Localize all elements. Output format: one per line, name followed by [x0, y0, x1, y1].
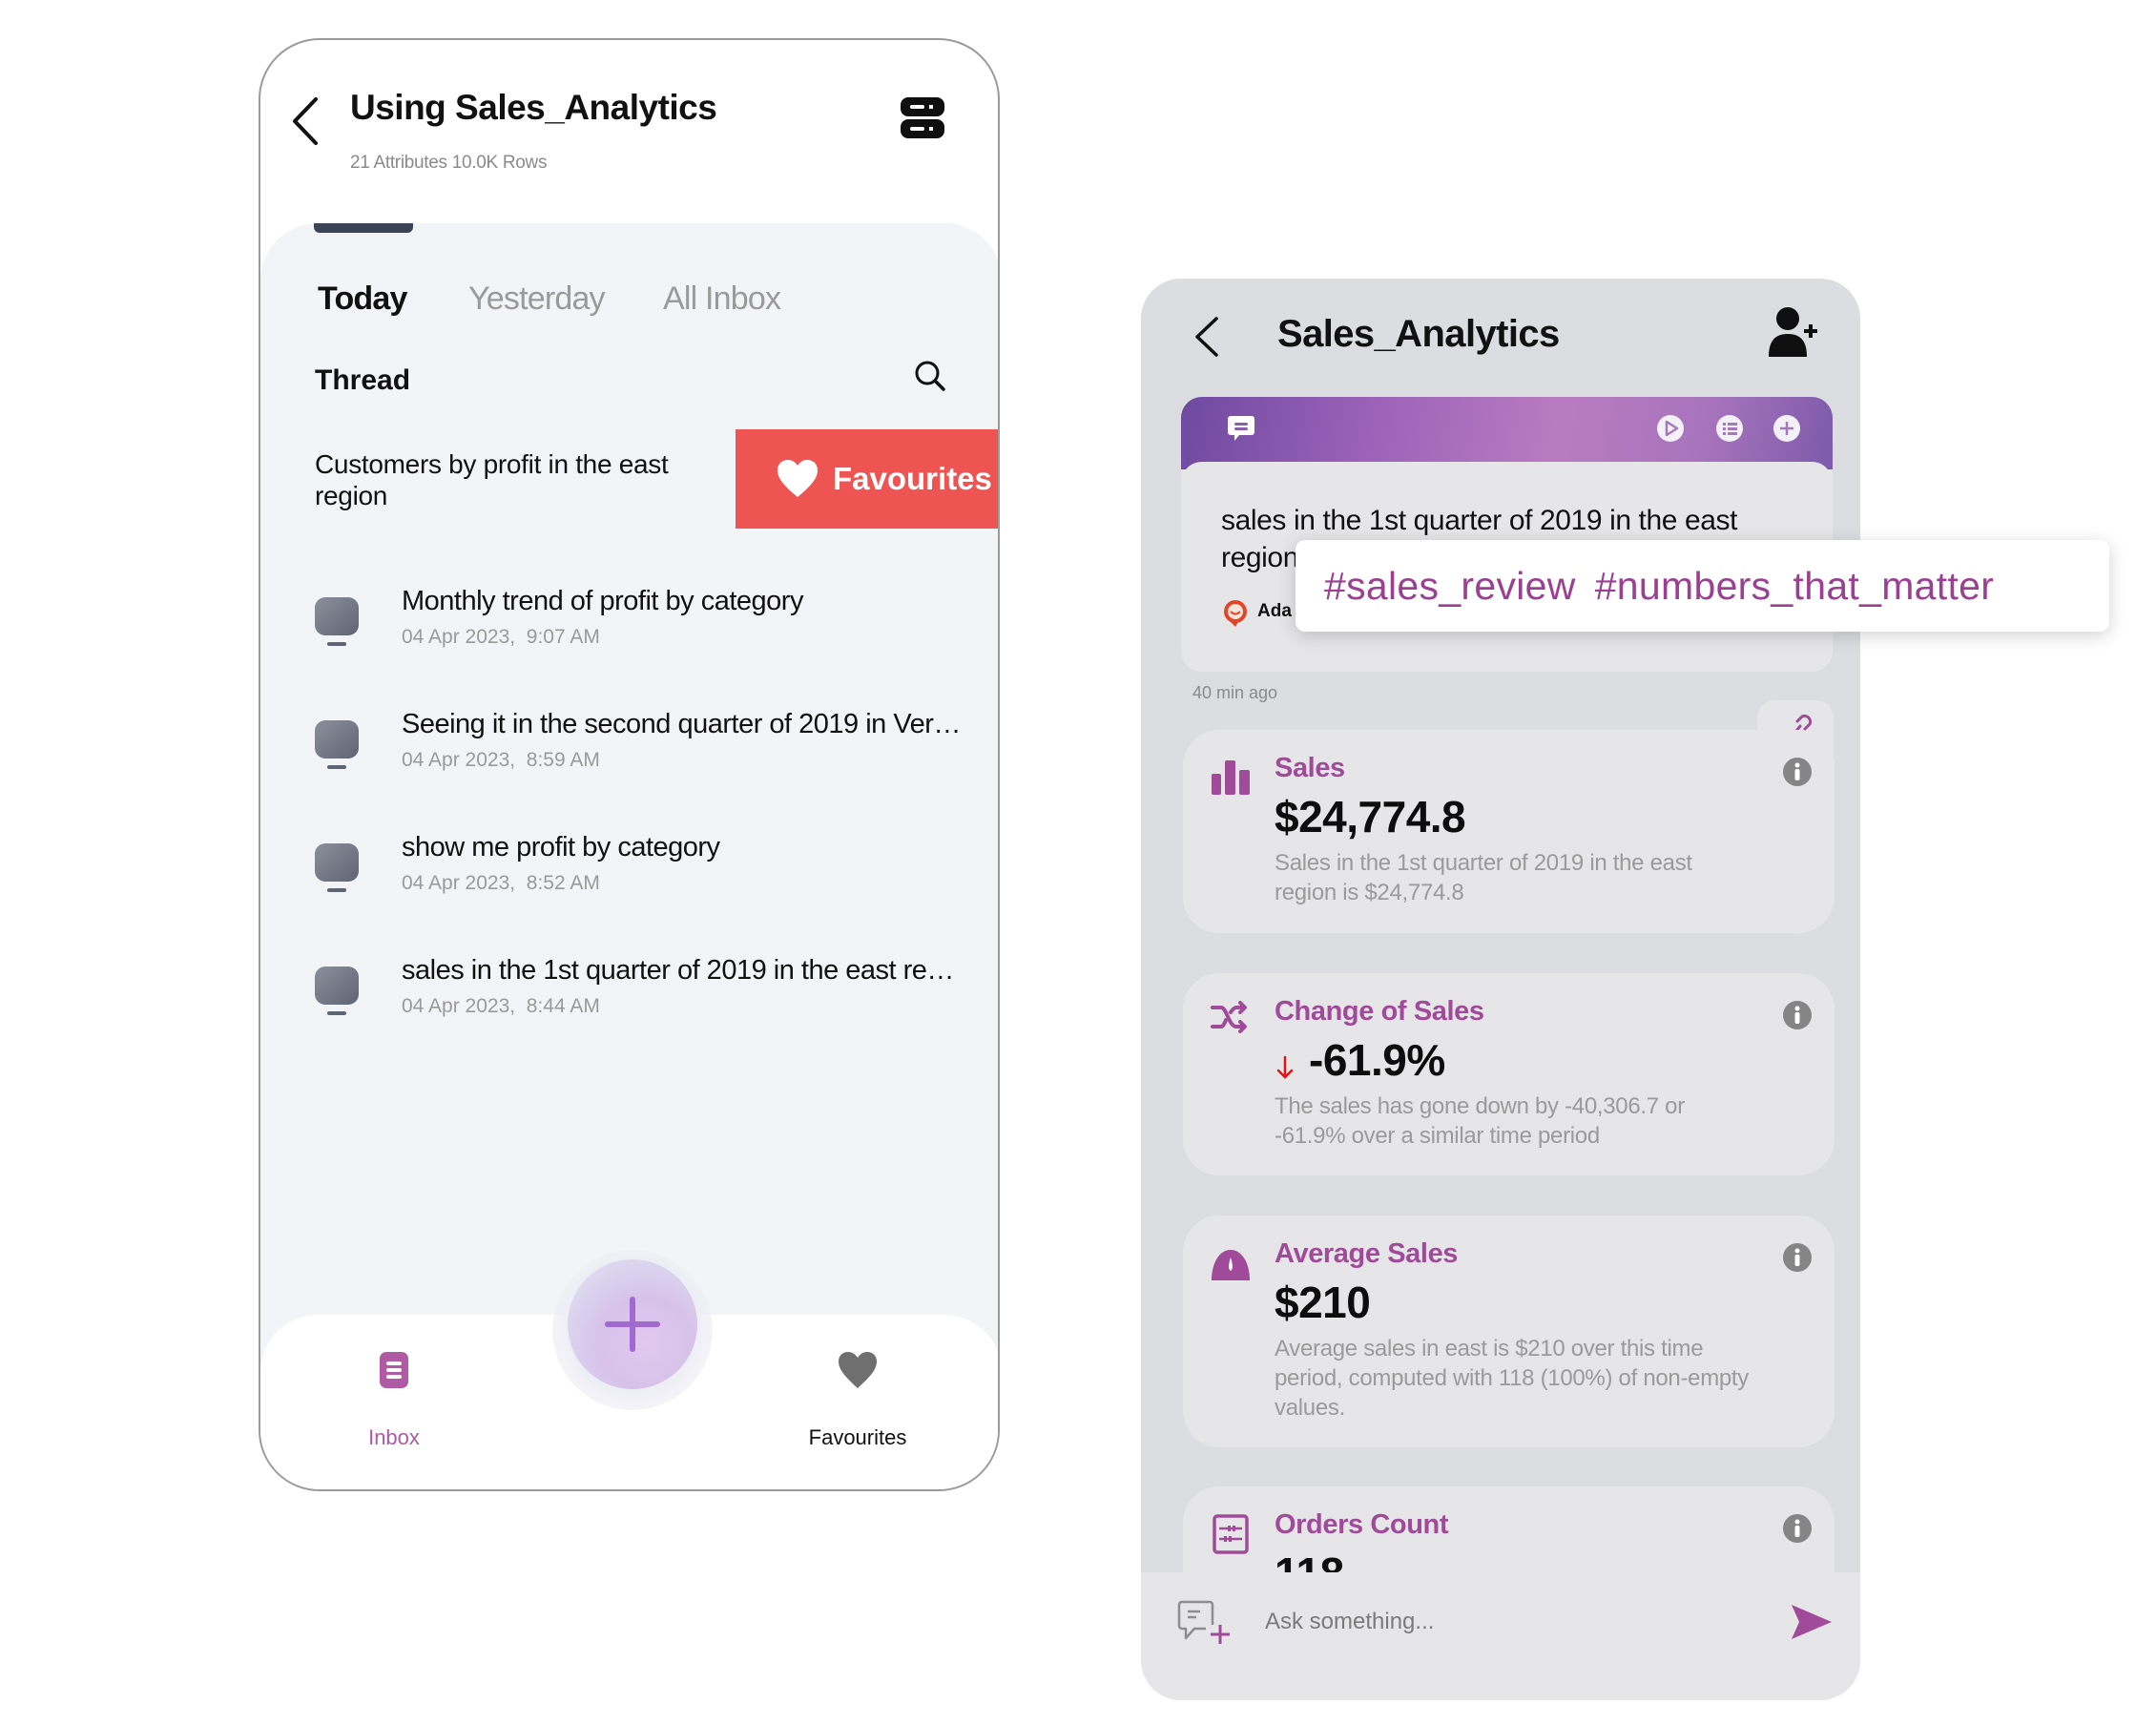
heart-icon [777, 460, 818, 497]
inbox-icon [380, 1352, 408, 1388]
thread-title: show me profit by category [402, 832, 720, 862]
monitor-icon [315, 966, 359, 1015]
back-button[interactable] [1192, 315, 1221, 359]
hashtag-popup: #sales_review #numbers_that_matter [1296, 540, 2109, 632]
metric-card-change-of-sales[interactable]: Change of Sales -61.9% The sales has gon… [1183, 973, 1835, 1175]
monitor-icon [315, 843, 359, 892]
favourites-action-label: Favourites [833, 461, 992, 496]
nav-favourites[interactable]: Favourites [800, 1347, 915, 1452]
metric-card-average-sales[interactable]: Average Sales $210 Average sales in east… [1183, 1216, 1835, 1447]
abacus-icon [1213, 1514, 1249, 1554]
metric-card-sales[interactable]: Sales $24,774.8 Sales in the 1st quarter… [1183, 730, 1835, 933]
thread-item[interactable]: Seeing it in the second quarter of 2019 … [314, 709, 982, 795]
hashtag[interactable]: #numbers_that_matter [1595, 564, 1995, 609]
tab-yesterday[interactable]: Yesterday [468, 281, 606, 318]
add-user-icon[interactable] [1767, 305, 1820, 359]
timestamp: 40 min ago [1192, 683, 1278, 702]
metric-title: Sales [1275, 753, 1345, 783]
monitor-icon [315, 720, 359, 769]
inbox-screen: Using Sales_Analytics 21 Attributes 10.0… [259, 38, 1000, 1491]
new-chat-icon[interactable] [1177, 1600, 1233, 1646]
info-icon[interactable] [1782, 1513, 1813, 1544]
thread-title: sales in the 1st quarter of 2019 in the … [402, 955, 954, 986]
thread-item[interactable]: sales in the 1st quarter of 2019 in the … [314, 955, 982, 1041]
thread-date: 04 Apr 2023, 9:07 AM [402, 626, 600, 648]
thread-item[interactable]: Monthly trend of profit by category 04 A… [314, 586, 982, 672]
dataset-info: 21 Attributes 10.0K Rows [350, 153, 548, 173]
tab-today[interactable]: Today [318, 281, 407, 318]
nav-inbox[interactable]: Inbox [356, 1347, 432, 1452]
nav-inbox-label: Inbox [368, 1425, 420, 1449]
play-icon[interactable] [1656, 414, 1685, 443]
info-icon[interactable] [1782, 757, 1813, 787]
monitor-icon [315, 597, 359, 646]
new-thread-button[interactable] [568, 1259, 697, 1389]
metric-value: $24,774.8 [1275, 792, 1466, 842]
plus-icon [605, 1297, 660, 1352]
tab-all-inbox[interactable]: All Inbox [663, 281, 781, 318]
gauge-icon [1212, 1250, 1250, 1280]
metric-title: Orders Count [1275, 1509, 1449, 1540]
search-icon[interactable] [913, 359, 947, 393]
send-icon[interactable] [1790, 1603, 1834, 1641]
metric-description: Sales in the 1st quarter of 2019 in the … [1275, 850, 1692, 905]
thread-item[interactable]: show me profit by category 04 Apr 2023, … [314, 832, 982, 918]
user-name: Ada [1257, 601, 1292, 621]
heart-icon [839, 1352, 877, 1388]
favourites-swipe-action[interactable]: Favourites [736, 429, 998, 529]
metric-title: Average Sales [1275, 1238, 1459, 1269]
thread-title: Seeing it in the second quarter of 2019 … [402, 709, 961, 739]
info-icon[interactable] [1782, 1000, 1813, 1030]
thread-date: 04 Apr 2023, 8:52 AM [402, 872, 600, 894]
trend-down-icon [1276, 1055, 1294, 1079]
thread-date: 04 Apr 2023, 8:44 AM [402, 995, 600, 1017]
info-icon[interactable] [1782, 1242, 1813, 1273]
back-button[interactable] [289, 95, 321, 147]
shuffle-icon [1211, 1001, 1247, 1033]
metric-value: $210 [1275, 1278, 1371, 1327]
plus-icon[interactable] [1772, 414, 1801, 443]
metric-description: Average sales in east is $210 over this … [1275, 1336, 1750, 1421]
thread-title: Monthly trend of profit by category [402, 586, 803, 616]
metric-description: The sales has gone down by -40,306.7 or … [1275, 1093, 1685, 1149]
bar-chart-icon [1212, 760, 1250, 795]
metric-value: -61.9% [1309, 1035, 1445, 1085]
nav-favourites-label: Favourites [808, 1425, 907, 1449]
ask-input[interactable] [1265, 1601, 1742, 1643]
thread-detail-screen: Sales_Analytics sales in the 1st quarter… [1141, 279, 1860, 1700]
page-title: Sales_Analytics [1277, 313, 1560, 355]
chat-icon[interactable] [1227, 414, 1255, 443]
metric-title: Change of Sales [1275, 996, 1484, 1027]
list-icon[interactable] [1715, 414, 1744, 443]
thread-date: 04 Apr 2023, 8:59 AM [402, 749, 600, 771]
server-icon[interactable] [900, 95, 945, 141]
page-title: Using Sales_Analytics [350, 88, 717, 127]
hashtag[interactable]: #sales_review [1324, 564, 1576, 609]
avatar [1224, 600, 1247, 627]
section-title: Thread [315, 364, 411, 396]
drag-handle[interactable] [314, 223, 413, 233]
swiped-thread-title[interactable]: Customers by profit in the east region [315, 448, 677, 511]
